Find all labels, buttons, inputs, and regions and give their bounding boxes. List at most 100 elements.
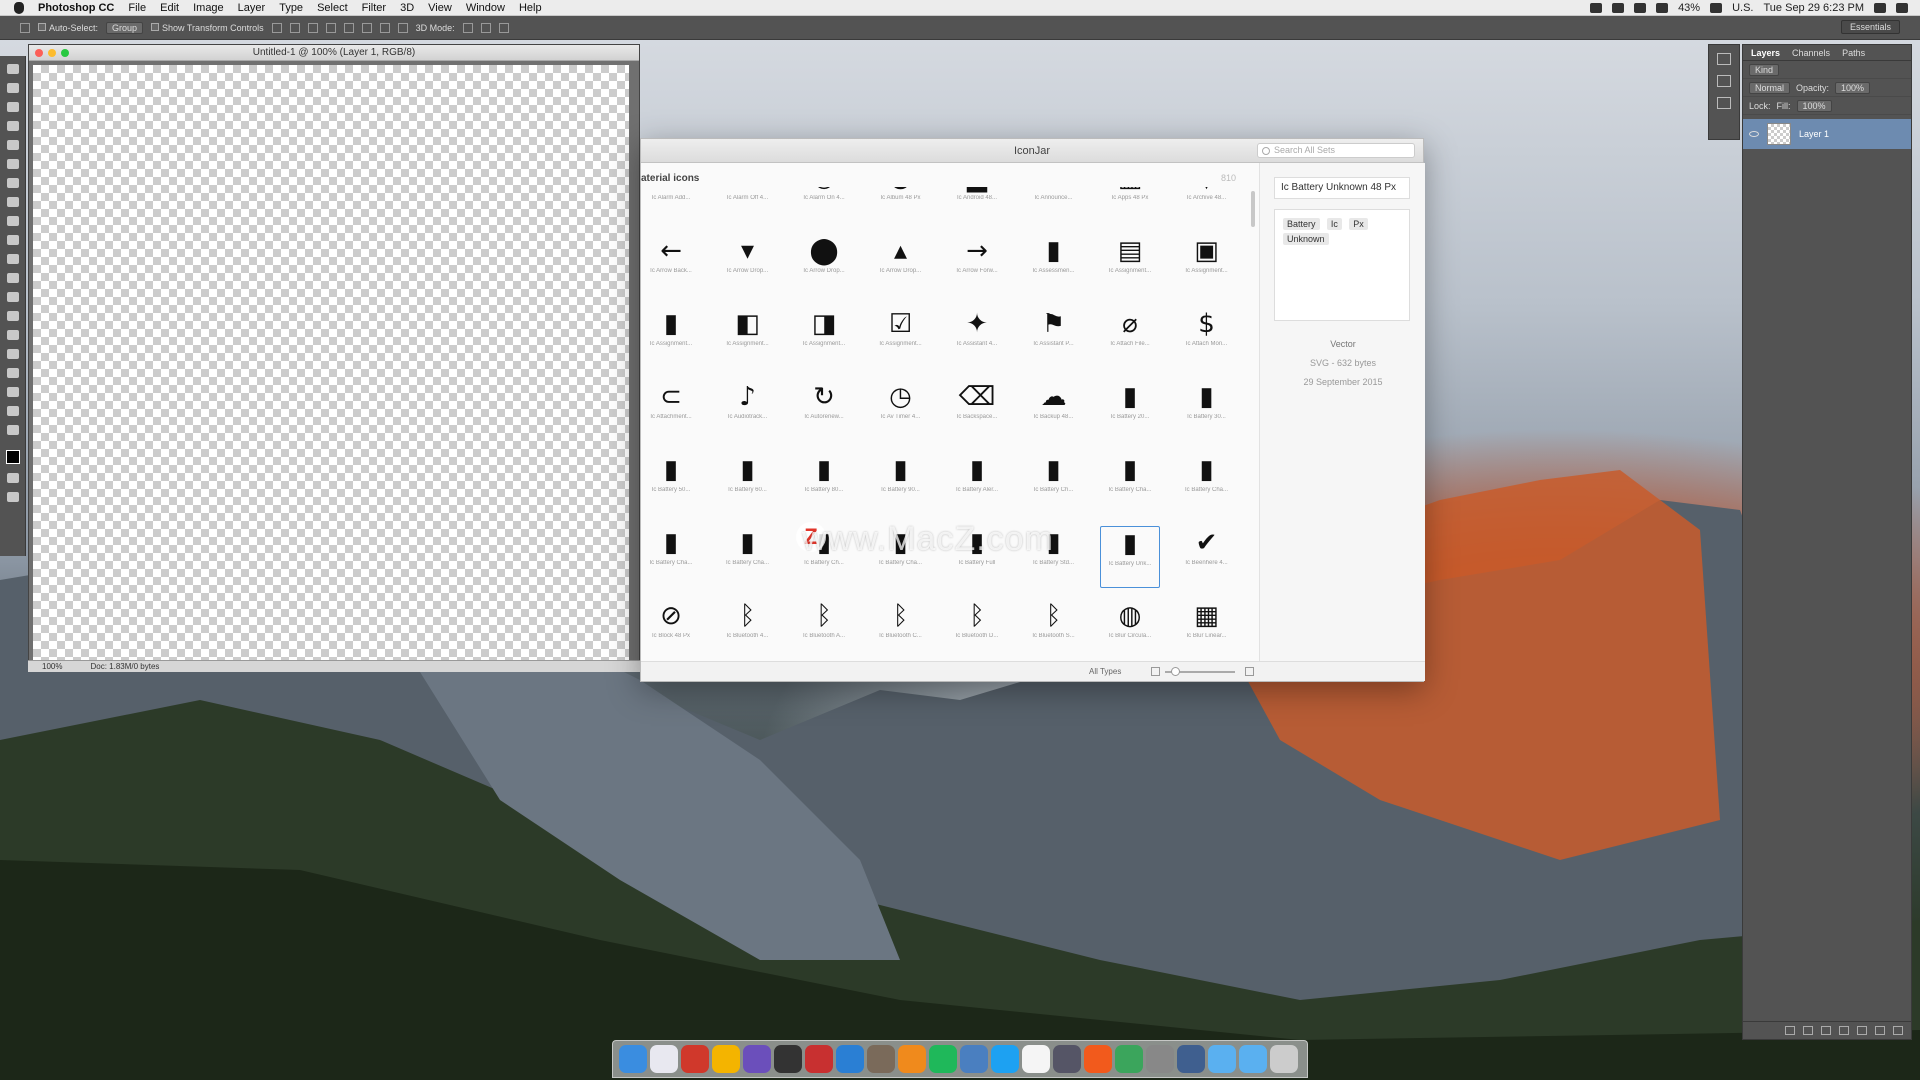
- history-brush-tool-icon[interactable]: [6, 235, 19, 245]
- menu-3d[interactable]: 3D: [400, 2, 414, 14]
- finder-icon[interactable]: [619, 1045, 647, 1073]
- icon-tile[interactable]: ▴ Ic Arrow Drop...: [871, 234, 931, 296]
- icon-tile[interactable]: ▮ Ic Battery Aler...: [947, 453, 1007, 515]
- icon-tile[interactable]: ◔Ic Alarm On 4...: [794, 187, 854, 223]
- align-left-icon[interactable]: [325, 22, 336, 33]
- zoom-level[interactable]: 100%: [42, 662, 62, 671]
- align-right-icon[interactable]: [361, 22, 372, 33]
- menu-type[interactable]: Type: [279, 2, 303, 14]
- move-tool-icon[interactable]: [6, 64, 19, 74]
- icon-tile[interactable]: ▮ Ic Battery Cha...: [1177, 453, 1237, 515]
- mask-icon[interactable]: [1821, 1026, 1831, 1035]
- icon-tile[interactable]: $ Ic Attach Mon...: [1177, 307, 1237, 369]
- menu-help[interactable]: Help: [519, 2, 542, 14]
- apple-menu-icon[interactable]: [14, 1, 24, 14]
- icon-tile[interactable]: ▬Ic Announce...: [1024, 187, 1084, 223]
- app-icon[interactable]: [898, 1045, 926, 1073]
- 3d-pan-icon[interactable]: [498, 22, 509, 33]
- small-size-icon[interactable]: [1151, 667, 1160, 676]
- itunes-icon[interactable]: [650, 1045, 678, 1073]
- textedit-icon[interactable]: [1022, 1045, 1050, 1073]
- adjustments-panel-icon[interactable]: [1717, 97, 1731, 109]
- network-icon[interactable]: [1612, 3, 1625, 13]
- icon-tile[interactable]: ← Ic Arrow Back...: [641, 234, 701, 296]
- icon-tile[interactable]: ▮ Ic Battery 80...: [794, 453, 854, 515]
- app-icon[interactable]: [960, 1045, 988, 1073]
- tag[interactable]: Px: [1349, 218, 1368, 230]
- pen-tool-icon[interactable]: [6, 330, 19, 340]
- path-selection-tool-icon[interactable]: [6, 368, 19, 378]
- doc-size[interactable]: Doc: 1.83M/0 bytes: [90, 662, 159, 671]
- icon-tile[interactable]: ▼Ic Archive 48...: [1177, 187, 1237, 223]
- app-icon[interactable]: [1053, 1045, 1081, 1073]
- hand-tool-icon[interactable]: [6, 406, 19, 416]
- icon-tile[interactable]: ⊂ Ic Attachment...: [641, 380, 701, 442]
- zoom-window-button[interactable]: [61, 49, 69, 57]
- icon-tile[interactable]: ᛒ Ic Bluetooth 4...: [718, 599, 778, 657]
- icon-tile[interactable]: ✔ Ic Beenhere 4...: [1177, 526, 1237, 588]
- magic-wand-tool-icon[interactable]: [6, 121, 19, 131]
- tab-paths[interactable]: Paths: [1842, 45, 1865, 60]
- opacity-field[interactable]: 100%: [1835, 81, 1871, 94]
- icon-grid-scrollbar[interactable]: [1251, 191, 1255, 227]
- icon-tile[interactable]: ▮ Ic Battery Ch...: [1024, 453, 1084, 515]
- lasso-tool-icon[interactable]: [6, 102, 19, 112]
- shape-tool-icon[interactable]: [6, 387, 19, 397]
- icon-tile[interactable]: ▮ Ic Battery 60...: [718, 453, 778, 515]
- icon-tile[interactable]: ⊘ Ic Block 48 Px: [641, 599, 701, 657]
- fx-icon[interactable]: [1803, 1026, 1813, 1035]
- icon-tile[interactable]: ▟Ic Android 48...: [947, 187, 1007, 223]
- icon-tile[interactable]: ◷ Ic Av Timer 4...: [871, 380, 931, 442]
- tab-channels[interactable]: Channels: [1792, 45, 1830, 60]
- align-center-icon[interactable]: [343, 22, 354, 33]
- launchpad-icon[interactable]: [867, 1045, 895, 1073]
- system-preferences-icon[interactable]: [1146, 1045, 1174, 1073]
- battery-percent[interactable]: 43%: [1678, 2, 1700, 14]
- icon-tile[interactable]: ▮ Ic Battery 20...: [1100, 380, 1160, 442]
- screen-icon[interactable]: [1590, 3, 1603, 13]
- adjustment-layer-icon[interactable]: [1839, 1026, 1849, 1035]
- brush-tool-icon[interactable]: [6, 197, 19, 207]
- icon-tile[interactable]: ⚑ Ic Assistant P...: [1024, 307, 1084, 369]
- filter-kind-dropdown[interactable]: Kind: [1749, 63, 1780, 76]
- screen-mode-icon[interactable]: [6, 492, 19, 502]
- menu-select[interactable]: Select: [317, 2, 348, 14]
- align-middle-icon[interactable]: [289, 22, 300, 33]
- menu-window[interactable]: Window: [466, 2, 505, 14]
- zoom-tool-icon[interactable]: [6, 425, 19, 435]
- icon-tile[interactable]: ᛒ Ic Bluetooth S...: [1024, 599, 1084, 657]
- blur-tool-icon[interactable]: [6, 292, 19, 302]
- visibility-eye-icon[interactable]: [1749, 131, 1759, 137]
- acrobat-icon[interactable]: [681, 1045, 709, 1073]
- icon-tile[interactable]: ☑ Ic Assignment...: [871, 307, 931, 369]
- canvas[interactable]: [33, 65, 629, 661]
- menu-filter[interactable]: Filter: [362, 2, 386, 14]
- wifi-icon[interactable]: [1710, 3, 1723, 13]
- icon-tile[interactable]: ᛒ Ic Bluetooth D...: [947, 599, 1007, 657]
- tag[interactable]: Unknown: [1283, 233, 1329, 245]
- icon-tile[interactable]: ⊕Ic Alarm Add...: [641, 187, 701, 223]
- icon-tile[interactable]: ⊘Ic Alarm Off 4...: [718, 187, 778, 223]
- icon-tile[interactable]: ◨ Ic Assignment...: [794, 307, 854, 369]
- icon-tile[interactable]: → Ic Arrow Forw...: [947, 234, 1007, 296]
- healing-tool-icon[interactable]: [6, 178, 19, 188]
- link-layers-icon[interactable]: [1785, 1026, 1795, 1035]
- eraser-tool-icon[interactable]: [6, 254, 19, 264]
- menu-app-name[interactable]: Photoshop CC: [38, 2, 114, 14]
- layer-row[interactable]: Layer 1: [1743, 119, 1911, 149]
- menu-edit[interactable]: Edit: [160, 2, 179, 14]
- workspace-switcher[interactable]: Essentials: [1840, 20, 1900, 34]
- cloud-icon[interactable]: [1634, 3, 1647, 13]
- icon-tile[interactable]: ᛒ Ic Bluetooth C...: [871, 599, 931, 657]
- quick-mask-icon[interactable]: [6, 473, 19, 483]
- type-filter-dropdown[interactable]: All Types: [1089, 667, 1121, 676]
- icon-tile[interactable]: ᛒ Ic Bluetooth A...: [794, 599, 854, 657]
- icon-tile[interactable]: ⌀ Ic Attach File...: [1100, 307, 1160, 369]
- properties-panel-icon[interactable]: [1717, 75, 1731, 87]
- icon-tile[interactable]: ▮ Ic Battery 50...: [641, 453, 701, 515]
- icon-tile[interactable]: ▦ Ic Blur Linear...: [1177, 599, 1237, 657]
- app-icon[interactable]: [836, 1045, 864, 1073]
- 3d-rotate-icon[interactable]: [462, 22, 473, 33]
- document-titlebar[interactable]: Untitled-1 @ 100% (Layer 1, RGB/8): [29, 45, 639, 61]
- vlc-icon[interactable]: [1084, 1045, 1112, 1073]
